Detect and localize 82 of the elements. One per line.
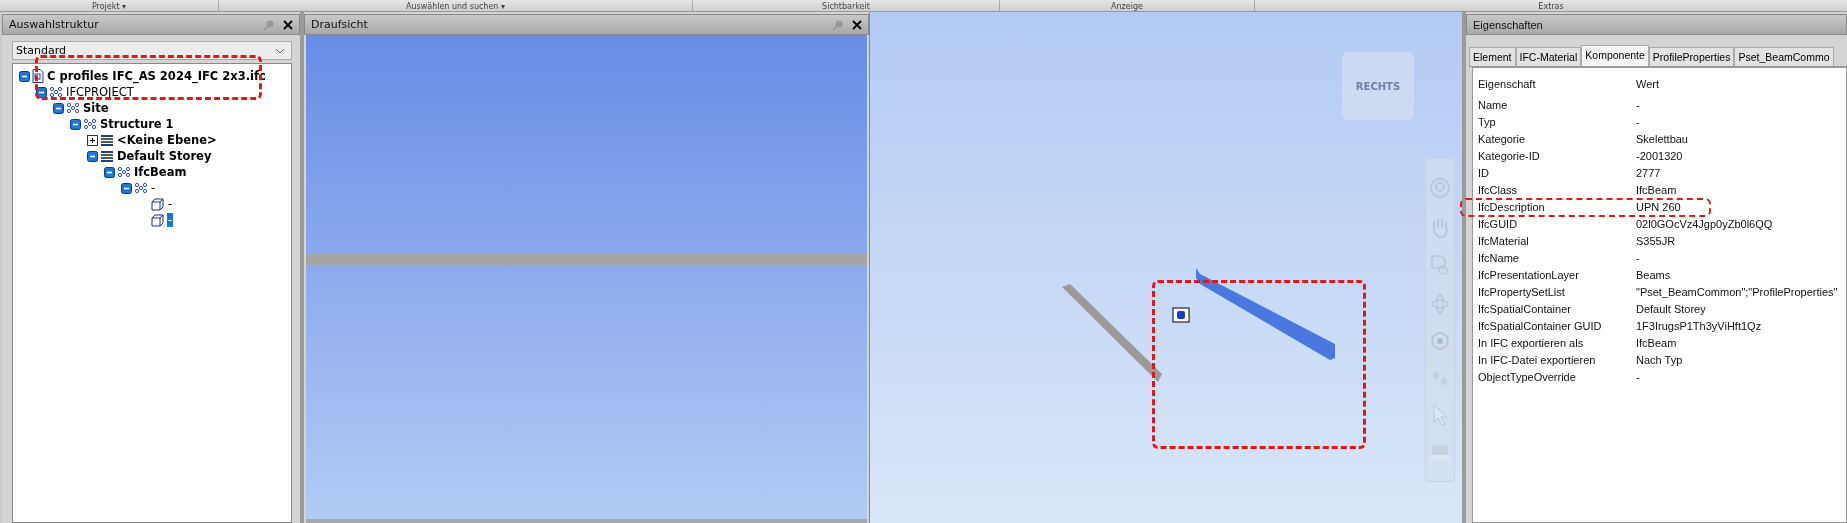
property-name: Kategorie-ID	[1478, 149, 1541, 162]
property-name: IfcPresentationLayer	[1478, 268, 1580, 281]
dots-icon	[49, 86, 63, 98]
property-value: 2777	[1636, 166, 1661, 179]
property-name: ID	[1478, 166, 1490, 179]
property-value: -	[1636, 98, 1640, 111]
dots-icon	[66, 102, 80, 114]
property-name: Typ	[1478, 115, 1497, 128]
tree-item[interactable]: Site	[82, 101, 110, 115]
property-name: ObjectTypeOverride	[1478, 370, 1577, 383]
property-value: "Pset_BeamCommon";"ProfileProperties"	[1636, 285, 1838, 298]
property-name: Name	[1478, 98, 1509, 111]
property-name: IfcSpatialContainer GUID	[1478, 319, 1603, 332]
tab[interactable]: Pset_BeamCommo	[1734, 47, 1834, 66]
tree-item[interactable]: Structure 1	[99, 117, 175, 131]
tab[interactable]: Element	[1469, 47, 1516, 66]
tab[interactable]: IFC-Material	[1515, 47, 1582, 66]
tree-item[interactable]: Default Storey	[116, 149, 213, 163]
property-value: -2001320	[1636, 149, 1683, 162]
tab[interactable]: Komponente	[1581, 45, 1649, 66]
document-icon	[32, 69, 44, 83]
expand-toggle[interactable]	[87, 134, 98, 146]
property-value: Skelettbau	[1636, 132, 1688, 145]
tab[interactable]: ProfileProperties	[1648, 47, 1735, 66]
close-icon[interactable]	[852, 19, 862, 30]
collapse-toggle[interactable]	[19, 70, 30, 82]
menu-tab[interactable]: Auswählen und suchen ▾	[406, 2, 505, 11]
tree-item[interactable]: -	[167, 213, 174, 227]
chevron-icon	[275, 47, 285, 54]
menu-tab[interactable]: Extras	[1538, 2, 1564, 11]
tree-item[interactable]: IFCPROJECT	[65, 85, 135, 99]
property-value: IfcBeam	[1636, 183, 1677, 196]
property-value: -	[1636, 115, 1640, 128]
property-value: 1F3IrugsP1Th3yViHft1Qz	[1636, 319, 1762, 332]
panel-title: Draufsicht	[311, 18, 368, 31]
property-name: IfcSpatialContainer	[1478, 302, 1572, 315]
property-name: IfcMaterial	[1478, 234, 1530, 247]
dots-icon	[83, 118, 97, 130]
viewcube-label: RECHTS	[1355, 80, 1401, 92]
property-name: IfcDescription	[1478, 200, 1546, 213]
pivot-marker-icon	[1172, 307, 1190, 323]
collapse-toggle[interactable]	[70, 118, 81, 130]
view-dropdown[interactable]: Standard	[12, 41, 292, 60]
menu-tab[interactable]: Sichtbarkeit	[822, 2, 870, 11]
property-name: In IFC-Datei exportieren	[1478, 353, 1597, 366]
panel-title: Auswahlstruktur	[9, 18, 99, 31]
property-name: IfcPropertySetList	[1478, 285, 1566, 298]
tree-item[interactable]: IfcBeam	[133, 165, 188, 179]
collapse-toggle[interactable]	[121, 182, 132, 194]
property-value: 02l0GOcVz4Jgp0yZb0l6QQ	[1636, 217, 1773, 230]
menu-tab[interactable]: Projekt ▾	[91, 2, 127, 11]
cube-icon	[151, 213, 165, 227]
property-value: IfcBeam	[1636, 336, 1677, 349]
property-value: -	[1636, 251, 1640, 264]
layers-icon	[100, 133, 114, 147]
property-value: Nach Typ	[1636, 353, 1683, 366]
close-icon[interactable]	[283, 19, 293, 30]
column-header[interactable]: Wert	[1636, 78, 1660, 90]
property-value: -	[1636, 370, 1640, 383]
tree-item[interactable]: -	[167, 197, 174, 211]
property-value: S355JR	[1636, 234, 1676, 247]
column-header[interactable]: Eigenschaft	[1478, 78, 1636, 90]
property-value: Beams	[1636, 268, 1671, 281]
property-value: Default Storey	[1636, 302, 1706, 315]
dots-icon	[117, 166, 131, 178]
tree-item[interactable]: <Keine Ebene>	[116, 133, 218, 147]
dots-icon	[134, 182, 148, 194]
cube-icon	[151, 197, 165, 211]
collapse-toggle[interactable]	[87, 150, 98, 162]
property-value: UPN 260	[1636, 200, 1681, 213]
tree-item[interactable]: -	[150, 181, 157, 195]
property-name: IfcName	[1478, 251, 1520, 264]
menu-tab[interactable]: Anzeige	[1111, 2, 1143, 11]
collapse-toggle[interactable]	[53, 102, 64, 114]
panel-title: Eigenschaften	[1473, 18, 1543, 31]
property-name: IfcClass	[1478, 183, 1519, 196]
collapse-toggle[interactable]	[36, 86, 47, 98]
property-name: In IFC exportieren als	[1478, 336, 1585, 349]
property-name: IfcGUID	[1478, 217, 1519, 230]
layers-icon	[100, 149, 114, 163]
property-name: Kategorie	[1478, 132, 1527, 145]
collapse-toggle[interactable]	[104, 166, 115, 178]
